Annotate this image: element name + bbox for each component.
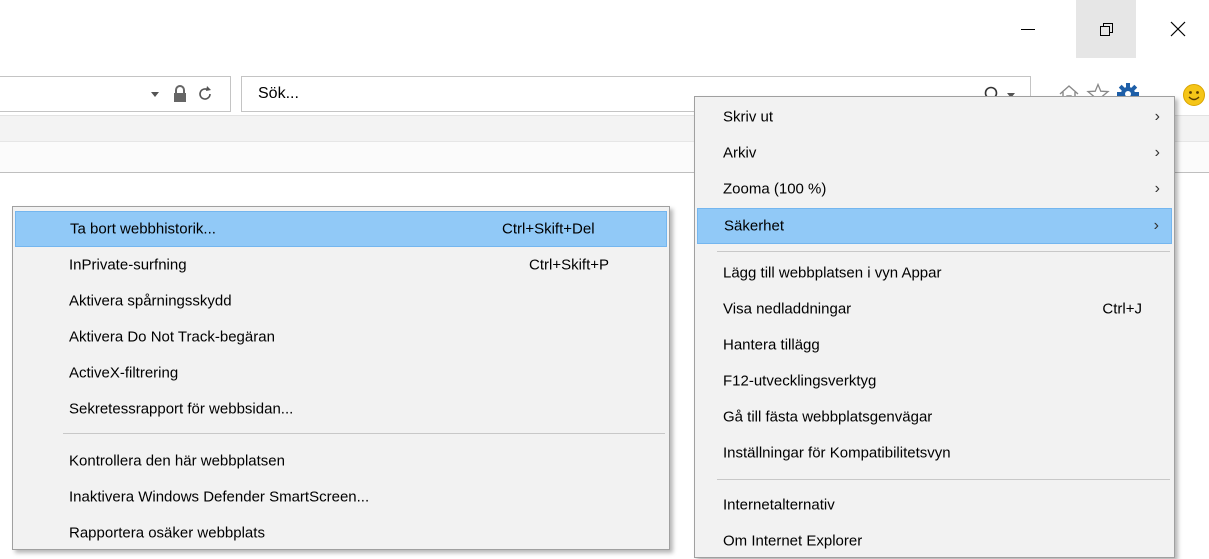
minimize-icon bbox=[1021, 29, 1035, 30]
chevron-right-icon: › bbox=[1154, 144, 1160, 161]
menu-item-label: Aktivera spårningsskydd bbox=[69, 292, 232, 310]
menu-item-label: Internetalternativ bbox=[723, 496, 835, 514]
menu-item-do-not-track[interactable]: Aktivera Do Not Track-begäran bbox=[15, 319, 667, 355]
menu-item-shortcut: Ctrl+Skift+P bbox=[529, 256, 610, 274]
menu-item-label: Gå till fästa webbplatsgenvägar bbox=[723, 408, 933, 426]
menu-item-downloads[interactable]: Visa nedladdningar Ctrl+J bbox=[697, 291, 1172, 327]
menu-item-label: Zooma (100 %) bbox=[723, 180, 827, 198]
menu-item-f12-tools[interactable]: F12-utvecklingsverktyg bbox=[697, 363, 1172, 399]
menu-item-pinned-sites[interactable]: Gå till fästa webbplatsgenvägar bbox=[697, 399, 1172, 435]
search-input[interactable]: Sök... bbox=[258, 85, 299, 103]
menu-separator bbox=[717, 479, 1170, 480]
refresh-icon[interactable] bbox=[196, 85, 214, 103]
menu-item-label: Rapportera osäker webbplats bbox=[69, 524, 265, 542]
menu-item-activex-filtering[interactable]: ActiveX-filtrering bbox=[15, 355, 667, 391]
menu-item-delete-history[interactable]: Ta bort webbhistorik... Ctrl+Skift+Del bbox=[15, 211, 667, 247]
menu-item-label: Aktivera Do Not Track-begäran bbox=[69, 328, 275, 346]
smiley-icon[interactable] bbox=[1182, 83, 1206, 107]
safety-submenu: Ta bort webbhistorik... Ctrl+Skift+Del I… bbox=[12, 206, 670, 550]
menu-item-label: F12-utvecklingsverktyg bbox=[723, 372, 877, 390]
menu-item-disable-smartscreen[interactable]: Inaktivera Windows Defender SmartScreen.… bbox=[15, 479, 667, 515]
menu-item-label: Säkerhet bbox=[724, 217, 785, 235]
menu-item-label: InPrivate-surfning bbox=[69, 256, 187, 274]
menu-item-about-ie[interactable]: Om Internet Explorer bbox=[697, 523, 1172, 559]
menu-item-compat-view[interactable]: Inställningar för Kompatibilitetsvyn bbox=[697, 435, 1172, 471]
menu-item-label: Kontrollera den här webbplatsen bbox=[69, 452, 285, 470]
menu-item-label: Arkiv bbox=[723, 144, 757, 162]
chevron-right-icon: › bbox=[1154, 108, 1160, 125]
menu-item-manage-addons[interactable]: Hantera tillägg bbox=[697, 327, 1172, 363]
restore-icon bbox=[1100, 23, 1113, 36]
menu-item-shortcut: Ctrl+J bbox=[1102, 300, 1142, 318]
chevron-right-icon: › bbox=[1153, 217, 1159, 234]
menu-item-label: Lägg till webbplatsen i vyn Appar bbox=[723, 264, 942, 282]
close-icon bbox=[1170, 21, 1186, 37]
menu-item-print[interactable]: Skriv ut › bbox=[697, 99, 1172, 135]
restore-button[interactable] bbox=[1076, 0, 1136, 58]
menu-item-label: Inställningar för Kompatibilitetsvyn bbox=[723, 444, 951, 462]
lock-icon[interactable] bbox=[172, 85, 188, 103]
menu-item-label: Hantera tillägg bbox=[723, 336, 820, 354]
menu-item-report-unsafe[interactable]: Rapportera osäker webbplats bbox=[15, 515, 667, 551]
menu-item-label: ActiveX-filtrering bbox=[69, 364, 179, 382]
menu-separator bbox=[63, 433, 665, 434]
menu-item-add-to-apps[interactable]: Lägg till webbplatsen i vyn Appar bbox=[697, 255, 1172, 291]
menu-item-safety[interactable]: Säkerhet › bbox=[697, 208, 1172, 244]
close-button[interactable] bbox=[1148, 0, 1208, 58]
address-bar[interactable] bbox=[0, 76, 231, 112]
menu-item-zoom[interactable]: Zooma (100 %) › bbox=[697, 171, 1172, 207]
menu-separator bbox=[717, 251, 1170, 252]
menu-item-check-website[interactable]: Kontrollera den här webbplatsen bbox=[15, 443, 667, 479]
menu-item-privacy-report[interactable]: Sekretessrapport för webbsidan... bbox=[15, 391, 667, 427]
menu-item-tracking-protection[interactable]: Aktivera spårningsskydd bbox=[15, 283, 667, 319]
menu-item-inprivate[interactable]: InPrivate-surfning Ctrl+Skift+P bbox=[15, 247, 667, 283]
menu-item-label: Ta bort webbhistorik... bbox=[70, 220, 216, 238]
menu-item-file[interactable]: Arkiv › bbox=[697, 135, 1172, 171]
tools-menu: Skriv ut › Arkiv › Zooma (100 %) › Säker… bbox=[694, 96, 1175, 558]
menu-item-internet-options[interactable]: Internetalternativ bbox=[697, 487, 1172, 523]
minimize-button[interactable] bbox=[998, 0, 1058, 58]
chevron-right-icon: › bbox=[1154, 180, 1160, 197]
menu-item-label: Visa nedladdningar bbox=[723, 300, 852, 318]
menu-item-label: Sekretessrapport för webbsidan... bbox=[69, 400, 294, 418]
menu-item-label: Om Internet Explorer bbox=[723, 532, 863, 550]
menu-item-shortcut: Ctrl+Skift+Del bbox=[502, 220, 595, 238]
chevron-down-icon[interactable] bbox=[150, 91, 160, 99]
menu-item-label: Skriv ut bbox=[723, 108, 774, 126]
menu-item-label: Inaktivera Windows Defender SmartScreen.… bbox=[69, 488, 370, 506]
